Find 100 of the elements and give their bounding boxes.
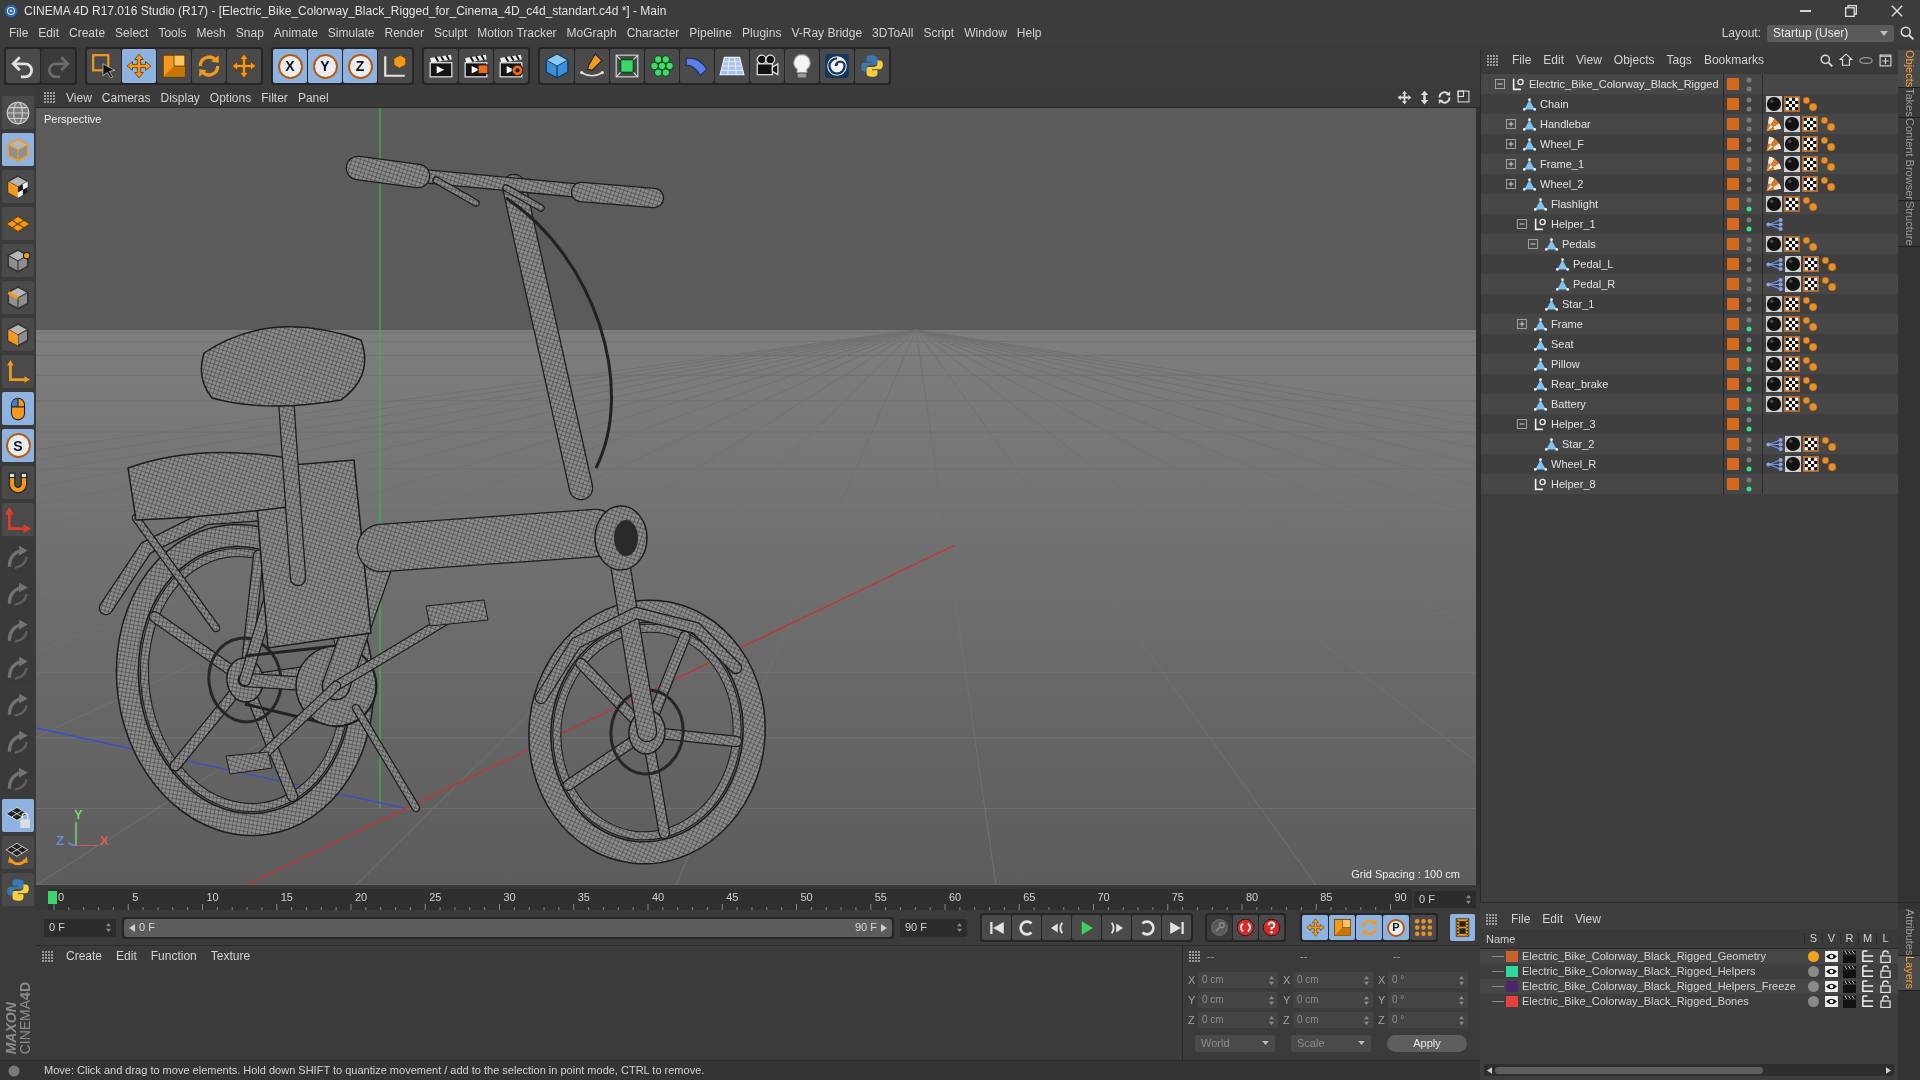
grid-lock-button[interactable] [2, 799, 34, 832]
menu-item[interactable]: Create [64, 23, 111, 43]
scale-button[interactable] [1329, 915, 1355, 940]
scale-button[interactable] [157, 49, 191, 83]
parameter-key-button[interactable]: P [1383, 915, 1409, 940]
layer-name[interactable]: Electric_Bike_Colorway_Black_Rigged_Geometry [1522, 951, 1766, 962]
python-button[interactable] [855, 49, 889, 83]
menu-item[interactable]: File [4, 23, 34, 43]
menu-item[interactable]: Options [204, 91, 257, 104]
clapperboard-icon[interactable] [1842, 980, 1856, 993]
menu-item[interactable]: Animate [268, 23, 323, 43]
clapperboard-icon[interactable] [1842, 950, 1856, 963]
menu-item[interactable]: Window [959, 23, 1012, 43]
menu-item[interactable]: Plugins [737, 23, 787, 43]
object-name[interactable]: Pedal_R [1573, 278, 1616, 290]
globe-button[interactable] [2, 96, 34, 129]
object-row[interactable]: Flashlight [1481, 194, 1898, 214]
layout-dropdown[interactable]: Startup (User) [1767, 24, 1894, 42]
solo-dot-icon[interactable] [1807, 981, 1819, 992]
menu-item[interactable]: Script [918, 23, 960, 43]
undo-button[interactable] [6, 49, 40, 83]
object-name[interactable]: Wheel_F [1540, 138, 1585, 150]
object-row[interactable]: Handlebar [1481, 114, 1898, 134]
clapperboard-icon[interactable] [1842, 995, 1856, 1008]
object-name[interactable]: Pillow [1551, 358, 1580, 370]
search-icon[interactable] [1820, 53, 1833, 67]
rotate-button[interactable] [192, 49, 226, 83]
subdivide-button[interactable] [610, 49, 644, 83]
plus-box-icon[interactable] [1506, 119, 1516, 129]
panel-tab[interactable]: Attributes [1898, 909, 1920, 957]
menu-item[interactable]: Objects [1607, 54, 1661, 66]
panel-tab[interactable]: Layers [1898, 956, 1920, 991]
menu-item[interactable]: Render [379, 23, 429, 43]
texture-mode-button[interactable] [2, 170, 34, 203]
object-row[interactable]: Frame [1481, 314, 1898, 334]
layer-name[interactable]: Electric_Bike_Colorway_Black_Rigged_Helpers_Freeze [1522, 981, 1796, 992]
menu-item[interactable]: 3DToAll [867, 23, 919, 43]
last-frame-button[interactable] [1162, 915, 1191, 940]
object-row[interactable]: Frame_1 [1481, 154, 1898, 174]
menu-item[interactable]: Select [110, 23, 154, 43]
select-button[interactable] [87, 49, 121, 83]
solo-dot-icon[interactable] [1807, 966, 1819, 977]
panel-tab[interactable]: Objects [1898, 50, 1920, 89]
first-frame-button[interactable] [982, 915, 1011, 940]
lock-icon[interactable] [1879, 980, 1891, 993]
menu-item[interactable]: Edit [1536, 913, 1570, 925]
hierarchy-icon[interactable] [1860, 980, 1874, 993]
object-name[interactable]: Wheel_2 [1540, 178, 1584, 190]
axis-mode-button[interactable] [2, 355, 34, 388]
render-picture-button[interactable] [459, 49, 493, 83]
menu-item[interactable]: Edit [109, 950, 144, 962]
workplane-button[interactable] [2, 207, 34, 240]
timeline-ruler[interactable]: 0 5 10 15 20 25 30 35 40 45 50 55 60 65 70 75 80 85 90 [48, 889, 1412, 910]
minus-box-icon[interactable] [1517, 219, 1527, 229]
move-arrows-icon[interactable] [1397, 90, 1412, 105]
lock-icon[interactable] [1879, 995, 1891, 1008]
range-fill[interactable]: 0 F 90 F [124, 918, 892, 937]
edges-mode-button[interactable] [2, 281, 34, 314]
clapperboard-icon[interactable] [1842, 965, 1856, 978]
eye-icon[interactable] [1824, 981, 1838, 992]
grid-rotate-button[interactable] [2, 836, 34, 869]
menu-item[interactable]: Snap [230, 23, 269, 43]
cloner-button[interactable] [645, 49, 679, 83]
autokey-button[interactable] [1259, 915, 1284, 940]
magnet-button[interactable] [2, 466, 34, 499]
object-row[interactable]: Pedals [1481, 234, 1898, 254]
eye-icon[interactable] [1824, 951, 1838, 962]
object-name[interactable]: Battery [1551, 398, 1586, 410]
next-frame-button[interactable] [1102, 915, 1131, 940]
ellipse-icon[interactable] [1859, 56, 1873, 64]
menu-item[interactable]: Tags [1660, 54, 1698, 66]
layer-name[interactable]: Electric_Bike_Colorway_Black_Rigged_Helpers [1522, 966, 1756, 977]
object-name[interactable]: Pedals [1562, 238, 1596, 250]
menu-item[interactable]: Edit [1537, 54, 1571, 66]
object-name[interactable]: Pedal_L [1573, 258, 1614, 270]
object-name[interactable]: Flashlight [1551, 198, 1599, 210]
layer-row[interactable]: Electric_Bike_Colorway_Black_Rigged_Geometry [1480, 949, 1898, 964]
hierarchy-icon[interactable] [1860, 965, 1874, 978]
menu-item[interactable]: Sculpt [428, 23, 473, 43]
menu-item[interactable]: File [1505, 913, 1537, 925]
object-name[interactable]: Frame_1 [1540, 158, 1585, 170]
plus-box-icon[interactable] [1506, 139, 1516, 149]
snap-button[interactable]: S [2, 429, 34, 462]
menu-item[interactable]: View [1570, 54, 1608, 66]
object-row[interactable]: Helper_8 [1481, 474, 1898, 494]
eye-icon[interactable] [1824, 966, 1838, 977]
hierarchy-icon[interactable] [1860, 995, 1874, 1008]
menu-item[interactable]: Edit [33, 23, 65, 43]
object-name[interactable]: Star_1 [1562, 298, 1595, 310]
plus-box-icon[interactable] [1506, 159, 1516, 169]
object-row[interactable]: Pillow [1481, 354, 1898, 374]
swirl-button[interactable] [820, 49, 854, 83]
menu-item[interactable]: Motion Tracker [472, 23, 562, 43]
cube-button[interactable] [540, 49, 574, 83]
minus-box-icon[interactable] [1517, 419, 1527, 429]
menu-item[interactable]: Function [143, 950, 204, 962]
menu-item[interactable]: View [1569, 913, 1607, 925]
object-name[interactable]: Helper_8 [1551, 478, 1596, 490]
pen-button[interactable] [575, 49, 609, 83]
python-button[interactable] [2, 873, 34, 906]
